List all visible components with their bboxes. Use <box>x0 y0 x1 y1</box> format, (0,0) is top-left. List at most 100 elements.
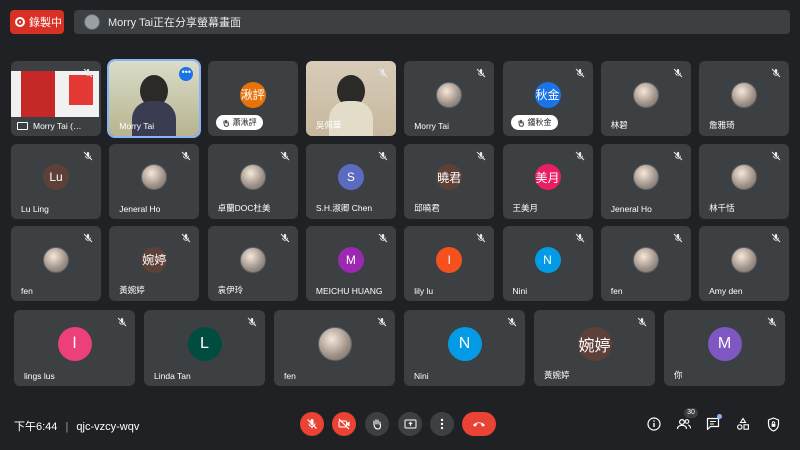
participant-name: Morry Tai (… <box>33 121 82 131</box>
mic-off-icon <box>247 317 257 327</box>
mic-off-icon <box>378 151 388 160</box>
participant-tile[interactable]: M你 <box>664 310 785 386</box>
participant-tile[interactable]: M MEICHU HUANG <box>305 226 396 301</box>
avatar-initials: 婉婷 <box>578 338 611 355</box>
mic-off-icon <box>181 233 191 243</box>
participant-tile[interactable]: S S.H.淑卿 Chen <box>305 143 396 219</box>
microphone-toggle-button[interactable] <box>300 412 324 436</box>
more-options-button[interactable] <box>430 412 454 436</box>
mic-off-icon <box>771 68 781 78</box>
meeting-code: qjc-vzcy-wqv <box>76 421 140 433</box>
mic-off-icon <box>181 151 191 160</box>
avatar: l <box>436 246 463 273</box>
avatar: 美月 <box>534 164 561 190</box>
avatar: L <box>187 327 222 361</box>
chat-icon <box>706 417 720 431</box>
profile-photo <box>731 246 758 273</box>
profile-photo <box>731 164 758 190</box>
avatar: M <box>337 246 364 273</box>
participant-tile[interactable]: 林千恬 <box>699 143 790 219</box>
present-now-button[interactable] <box>398 412 422 436</box>
participant-tile[interactable]: Morry Tai <box>404 61 495 136</box>
mic-off-icon <box>377 317 387 327</box>
avatar-initials: 湫評 <box>240 88 265 102</box>
mic-off-icon <box>280 233 289 243</box>
more-vert-icon <box>440 418 444 430</box>
mic-off-icon <box>378 68 388 78</box>
profile-photo <box>632 81 659 108</box>
participant-name: Amy den <box>709 286 743 296</box>
participant-name: Jeneral Ho <box>610 203 652 214</box>
participant-tile[interactable]: 曉君 邱曉君 <box>404 143 495 219</box>
hand-icon <box>373 419 382 430</box>
mic-off-icon <box>637 317 647 327</box>
participant-tile[interactable]: Lu Lu Ling <box>11 143 101 219</box>
participant-tile[interactable]: Jeneral Ho <box>109 143 200 219</box>
participant-tile[interactable]: 湫評 蕭湫評 <box>207 61 298 136</box>
profile-photo <box>632 164 659 190</box>
bottom-control-bar: 下午6:44 | qjc-vzcy-wqv 30 <box>0 400 800 450</box>
avatar-initials: 秋金 <box>535 88 560 102</box>
mic-off-icon <box>280 151 289 160</box>
details-separator: | <box>65 421 69 433</box>
avatar: Lu <box>43 164 69 190</box>
avatar: 婉婷 <box>141 246 168 273</box>
participant-tile[interactable]: N Nini <box>404 310 525 386</box>
participant-name: Morry Tai <box>119 121 155 131</box>
participant-tile[interactable]: N Nini <box>502 226 593 301</box>
participant-tile[interactable]: 秋金 鍾秋金 <box>502 61 593 136</box>
profile-photo <box>632 246 659 273</box>
meeting-details-button[interactable] <box>644 414 664 434</box>
participant-tile[interactable]: L Linda Tan <box>144 310 265 386</box>
participant-name: MEICHU HUANG <box>315 286 383 296</box>
mic-off-icon <box>575 68 584 78</box>
participant-tile[interactable]: 林碧 <box>600 61 691 136</box>
mic-off-icon <box>476 151 486 160</box>
avatar-initials: M <box>717 335 732 352</box>
participant-tile[interactable]: 婉婷 黃婉婷 <box>534 310 655 386</box>
hand-icon <box>223 119 229 127</box>
host-controls-button[interactable] <box>763 414 783 434</box>
camera-off-icon <box>338 418 349 430</box>
presentation-banner: Morry Tai正在分享螢幕畫面 <box>74 10 790 34</box>
participant-name: fen <box>610 286 623 296</box>
participant-tile[interactable]: l lily lu <box>404 226 495 301</box>
participant-tile[interactable]: Amy den <box>699 226 790 301</box>
participant-tile[interactable]: fen <box>600 226 691 301</box>
participant-tile[interactable]: 吳佩華 <box>305 61 396 136</box>
participant-tile[interactable]: 袁伊玲 <box>207 226 298 301</box>
presenting-icon <box>17 122 28 130</box>
participant-tile[interactable]: 詹雅琦 <box>699 61 790 136</box>
recording-indicator[interactable]: 錄製中 <box>10 10 64 34</box>
raise-hand-button[interactable] <box>365 412 389 436</box>
leave-call-button[interactable] <box>462 412 496 436</box>
profile-photo <box>436 81 463 108</box>
participant-tile[interactable]: Morry Tai (… <box>11 61 101 136</box>
participant-tile[interactable]: Jeneral Ho <box>600 143 691 219</box>
mic-off-icon <box>673 151 683 160</box>
participant-name: Lu Ling <box>21 203 49 214</box>
mic-off-icon <box>673 233 683 243</box>
clock-time: 下午6:44 <box>14 421 58 433</box>
participant-tile[interactable]: ••• Morry Tai <box>107 59 202 138</box>
participant-tile[interactable]: l lings lus <box>14 310 135 386</box>
avatar-initials: Lu <box>49 170 63 184</box>
profile-photo <box>239 164 266 190</box>
participant-tile[interactable]: 婉婷黃婉婷 <box>109 226 200 301</box>
participant-tile[interactable]: 卓蘭DOC杜美 <box>207 143 298 219</box>
participant-name: 袁伊玲 <box>217 285 244 295</box>
participant-name: 黃婉婷 <box>119 285 145 295</box>
participant-tile[interactable]: 美月 王美月 <box>502 143 593 219</box>
avatar: 婉婷 <box>577 327 612 361</box>
hand-icon <box>518 119 524 127</box>
mic-off-icon <box>673 68 683 78</box>
mic-off-icon <box>771 151 781 160</box>
activities-button[interactable] <box>733 414 753 434</box>
camera-toggle-button[interactable] <box>332 412 356 436</box>
shapes-icon <box>737 417 749 430</box>
present-screen-icon <box>404 419 416 429</box>
participant-tile[interactable]: fen <box>274 310 395 386</box>
avatar-initials: N <box>543 252 552 267</box>
avatar-initials: 曉君 <box>437 170 462 185</box>
participant-tile[interactable]: fen <box>11 226 101 301</box>
